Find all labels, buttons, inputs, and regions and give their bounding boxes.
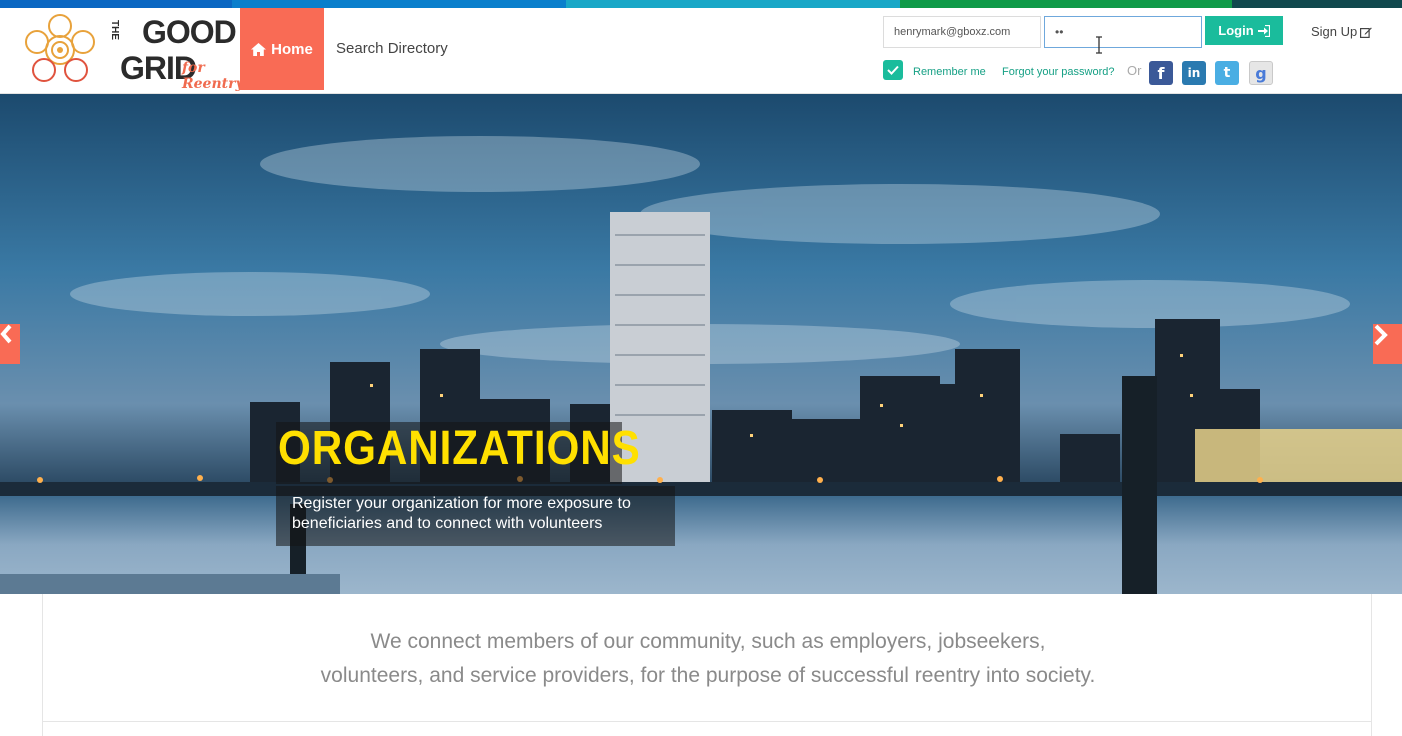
- remember-me-label[interactable]: Remember me: [913, 66, 986, 78]
- chevron-right-icon: [1374, 324, 1388, 346]
- carousel-caption-title: ORGANIZATIONS: [278, 422, 641, 475]
- login-button-label: Login: [1218, 23, 1254, 38]
- top-color-strip: [0, 0, 1402, 8]
- linkedin-login-icon[interactable]: in: [1182, 61, 1206, 85]
- logo-good-text: GOOD: [142, 14, 237, 50]
- site-logo[interactable]: THE GOOD GRID for Reentry: [24, 10, 244, 92]
- logo-the-text: THE: [109, 20, 120, 40]
- forgot-password-link[interactable]: Forgot your password?: [1002, 66, 1115, 78]
- carousel-caption-text: Register your organization for more expo…: [292, 495, 631, 532]
- or-separator: Or: [1127, 63, 1142, 78]
- google-login-icon[interactable]: g: [1249, 61, 1273, 85]
- password-field[interactable]: [1044, 16, 1202, 48]
- section-divider: [42, 721, 1372, 722]
- mission-statement: We connect members of our community, suc…: [43, 625, 1373, 693]
- nav-search-directory-link[interactable]: Search Directory: [336, 40, 448, 57]
- text-cursor-icon: [1096, 36, 1102, 54]
- strip-segment: [1232, 0, 1402, 8]
- mission-section: We connect members of our community, suc…: [42, 594, 1372, 736]
- signup-link[interactable]: Sign Up: [1311, 24, 1373, 39]
- mission-line-2: volunteers, and service providers, for t…: [320, 664, 1096, 687]
- remember-me-checkbox[interactable]: [883, 60, 903, 80]
- site-header: THE GOOD GRID for Reentry Home Search Di…: [0, 8, 1402, 94]
- logo-reentry-text: for Reentry: [182, 60, 244, 92]
- hero-carousel: ORGANIZATIONS Register your organization…: [0, 94, 1402, 594]
- facebook-login-icon[interactable]: f: [1149, 61, 1173, 85]
- strip-segment: [566, 0, 900, 8]
- signup-label: Sign Up: [1311, 24, 1358, 39]
- strip-segment: [232, 0, 566, 8]
- home-icon: [251, 42, 267, 56]
- login-button[interactable]: Login: [1205, 16, 1283, 45]
- city-skyline-image: [0, 94, 1402, 594]
- carousel-next-button[interactable]: [1373, 324, 1402, 364]
- flower-logo-icon: [25, 14, 95, 82]
- carousel-prev-button[interactable]: [0, 324, 20, 364]
- strip-segment: [900, 0, 1232, 8]
- sign-in-icon: [1257, 24, 1270, 37]
- mission-line-1: We connect members of our community, suc…: [370, 630, 1046, 653]
- edit-icon: [1360, 27, 1373, 38]
- nav-home-label: Home: [271, 40, 313, 58]
- checkmark-icon: [887, 65, 899, 75]
- strip-segment: [0, 0, 232, 8]
- email-field[interactable]: [883, 16, 1041, 48]
- nav-home-link[interactable]: Home: [240, 8, 324, 90]
- twitter-login-icon[interactable]: t: [1215, 61, 1239, 85]
- chevron-left-icon: [0, 324, 12, 344]
